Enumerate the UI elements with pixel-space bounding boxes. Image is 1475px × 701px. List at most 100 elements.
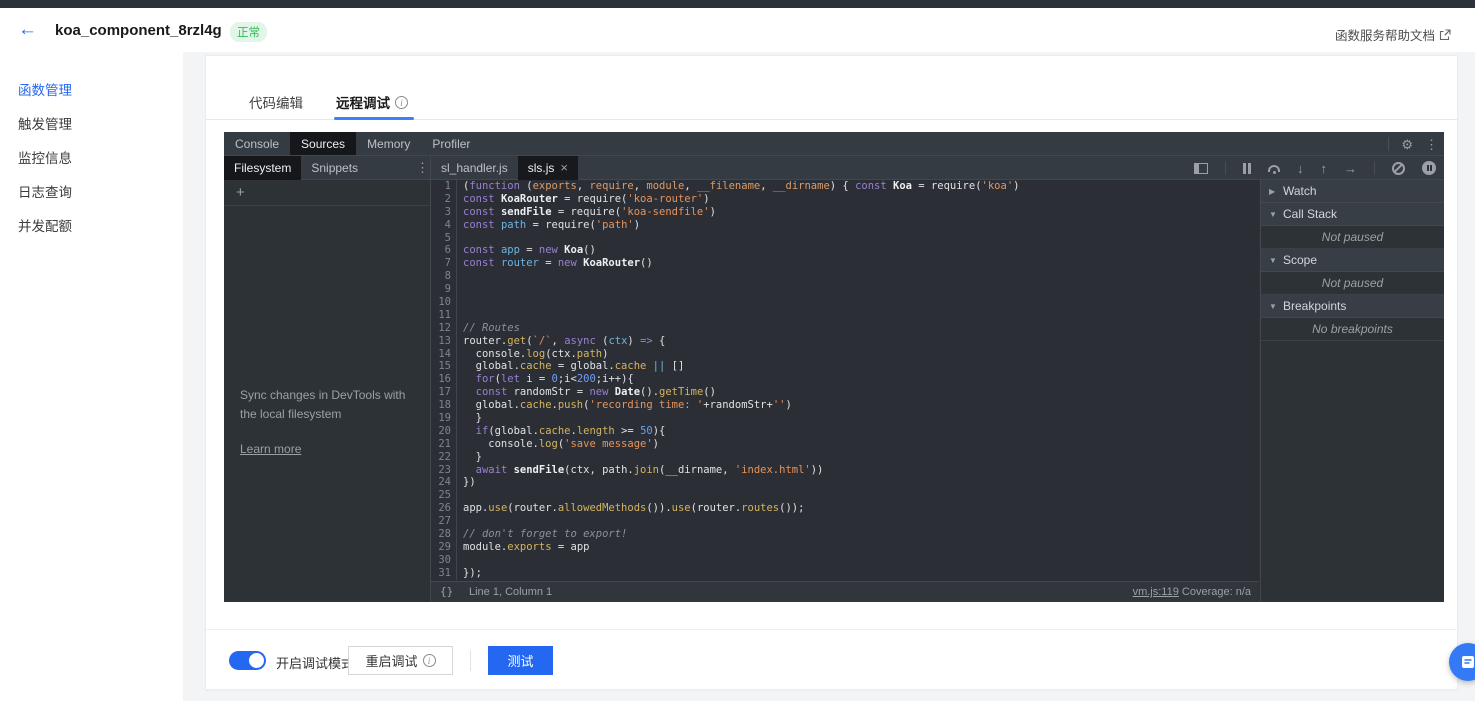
code-line: 13 router.get(`/`, async (ctx) => { bbox=[431, 334, 1259, 348]
pretty-print-icon[interactable]: {} bbox=[440, 585, 453, 598]
line-number[interactable]: 31 bbox=[431, 566, 457, 580]
restart-debug-button[interactable]: 重启调试 bbox=[348, 646, 453, 675]
file-tab-sl_handler.js[interactable]: sl_handler.js bbox=[431, 156, 518, 180]
line-number[interactable]: 3 bbox=[431, 205, 457, 219]
step-icon[interactable]: → bbox=[1344, 162, 1357, 175]
devtools-tab-console[interactable]: Console bbox=[224, 132, 290, 155]
add-folder-button[interactable]: + bbox=[224, 180, 430, 206]
sidebar-item-函数管理[interactable]: 函数管理 bbox=[0, 74, 183, 108]
code-text: for(let i = 0;i<200;i++){ bbox=[457, 373, 634, 386]
line-number[interactable]: 23 bbox=[431, 463, 457, 477]
sidebar-item-并发配额[interactable]: 并发配额 bbox=[0, 210, 183, 244]
line-number[interactable]: 19 bbox=[431, 412, 457, 425]
step-over-icon[interactable] bbox=[1268, 164, 1280, 174]
line-number[interactable]: 4 bbox=[431, 218, 457, 232]
code-text: // don't forget to export! bbox=[457, 528, 627, 541]
learn-more-link[interactable]: Learn more bbox=[240, 442, 301, 456]
code-token: push bbox=[557, 399, 584, 412]
close-tab-icon[interactable]: × bbox=[560, 156, 568, 180]
tab-remote-debug[interactable]: 远程调试 bbox=[336, 92, 408, 112]
deactivate-breakpoints-icon[interactable] bbox=[1392, 161, 1405, 175]
code-token: log bbox=[538, 437, 558, 450]
code-text: } bbox=[457, 451, 482, 464]
code-token: = require( bbox=[557, 192, 628, 205]
devtools-tab-memory[interactable]: Memory bbox=[356, 132, 421, 155]
line-number[interactable]: 15 bbox=[431, 360, 457, 374]
navigator-tab-filesystem[interactable]: Filesystem bbox=[224, 156, 302, 180]
left-sidebar: 函数管理 触发管理 监控信息 日志查询 并发配额 bbox=[0, 52, 183, 701]
line-number[interactable]: 2 bbox=[431, 192, 457, 206]
line-number[interactable]: 18 bbox=[431, 399, 457, 413]
pause-resume-icon[interactable] bbox=[1243, 162, 1251, 174]
sidebar-item-触发管理[interactable]: 触发管理 bbox=[0, 108, 183, 142]
line-number[interactable]: 11 bbox=[431, 308, 457, 322]
code-token: 50 bbox=[640, 424, 653, 437]
sidebar-item-日志查询[interactable]: 日志查询 bbox=[0, 176, 183, 210]
line-number[interactable]: 29 bbox=[431, 540, 457, 554]
devtools-tab-profiler[interactable]: Profiler bbox=[421, 132, 481, 155]
code-text: router.get(`/`, async (ctx) => { bbox=[457, 335, 665, 348]
line-number[interactable]: 17 bbox=[431, 386, 457, 400]
help-doc-link[interactable]: 函数服务帮助文档 bbox=[1335, 25, 1451, 44]
line-number[interactable]: 14 bbox=[431, 347, 457, 361]
line-number[interactable]: 9 bbox=[431, 283, 457, 297]
debug-mode-toggle[interactable] bbox=[229, 651, 266, 670]
code-token: Koa bbox=[893, 180, 912, 192]
code-token: length bbox=[576, 424, 615, 437]
line-number[interactable]: 6 bbox=[431, 244, 457, 258]
active-tab-indicator bbox=[334, 117, 414, 120]
code-line: 1 (function (exports, require, module, __… bbox=[431, 180, 1259, 193]
test-button[interactable]: 测试 bbox=[488, 646, 553, 675]
line-number[interactable]: 26 bbox=[431, 502, 457, 516]
code-line: 19 } bbox=[431, 412, 1259, 425]
line-number[interactable]: 1 bbox=[431, 180, 457, 193]
sidebar-item-监控信息[interactable]: 监控信息 bbox=[0, 142, 183, 176]
tab-code-edit[interactable]: 代码编辑 bbox=[249, 92, 303, 112]
devtools-tab-sources[interactable]: Sources bbox=[290, 132, 357, 155]
toggle-debugger-sidebar-icon[interactable] bbox=[1194, 162, 1208, 174]
line-number[interactable]: 5 bbox=[431, 231, 457, 245]
code-token: module. bbox=[463, 540, 508, 553]
line-number[interactable]: 12 bbox=[431, 321, 457, 335]
section-header-call-stack[interactable]: ▼ Call Stack bbox=[1261, 203, 1444, 226]
source-link[interactable]: vm.js:119 bbox=[1133, 586, 1179, 598]
navigator-tab-snippets[interactable]: Snippets bbox=[301, 156, 368, 180]
code-text: const app = new Koa() bbox=[457, 244, 596, 257]
pause-on-exceptions-icon[interactable] bbox=[1422, 161, 1436, 175]
line-number[interactable]: 10 bbox=[431, 296, 457, 309]
line-number[interactable]: 20 bbox=[431, 424, 457, 438]
line-number[interactable]: 28 bbox=[431, 528, 457, 541]
line-number[interactable]: 24 bbox=[431, 476, 457, 490]
code-line: 27 bbox=[431, 515, 1259, 529]
line-number[interactable]: 8 bbox=[431, 270, 457, 284]
code-editor[interactable]: 1 (function (exports, require, module, __… bbox=[431, 180, 1259, 581]
line-number[interactable]: 7 bbox=[431, 257, 457, 271]
code-token: ) bbox=[602, 347, 609, 360]
section-header-watch[interactable]: ▶ Watch bbox=[1261, 180, 1444, 203]
file-tab-sls.js[interactable]: sls.js × bbox=[517, 156, 578, 180]
line-number[interactable]: 25 bbox=[431, 489, 457, 503]
section-header-breakpoints[interactable]: ▼ Breakpoints bbox=[1261, 295, 1444, 318]
step-into-icon[interactable]: ↓ bbox=[1297, 162, 1304, 175]
line-number[interactable]: 16 bbox=[431, 373, 457, 387]
code-token: app. bbox=[463, 502, 489, 515]
code-line: 4 const path = require('path') bbox=[431, 218, 1259, 232]
code-text: console.log('save message') bbox=[457, 438, 659, 451]
debug-mode-label: 开启调试模式 bbox=[276, 656, 355, 671]
back-arrow-icon[interactable]: ← bbox=[18, 19, 37, 41]
settings-gear-icon[interactable]: ⚙ bbox=[1401, 138, 1413, 151]
line-number[interactable]: 22 bbox=[431, 450, 457, 464]
line-number[interactable]: 13 bbox=[431, 334, 457, 348]
code-token: global. bbox=[463, 399, 520, 412]
line-number[interactable]: 21 bbox=[431, 437, 457, 451]
navigator-kebab-menu-icon[interactable]: ⋮ bbox=[416, 161, 429, 174]
section-header-scope[interactable]: ▼ Scope bbox=[1261, 249, 1444, 272]
line-number[interactable]: 27 bbox=[431, 515, 457, 529]
kebab-menu-icon[interactable]: ⋮ bbox=[1425, 138, 1438, 151]
code-token: [] bbox=[665, 360, 685, 373]
line-number[interactable]: 30 bbox=[431, 553, 457, 567]
code-token: , bbox=[684, 180, 697, 192]
info-icon[interactable] bbox=[395, 95, 408, 109]
step-out-icon[interactable]: ↑ bbox=[1321, 162, 1328, 175]
